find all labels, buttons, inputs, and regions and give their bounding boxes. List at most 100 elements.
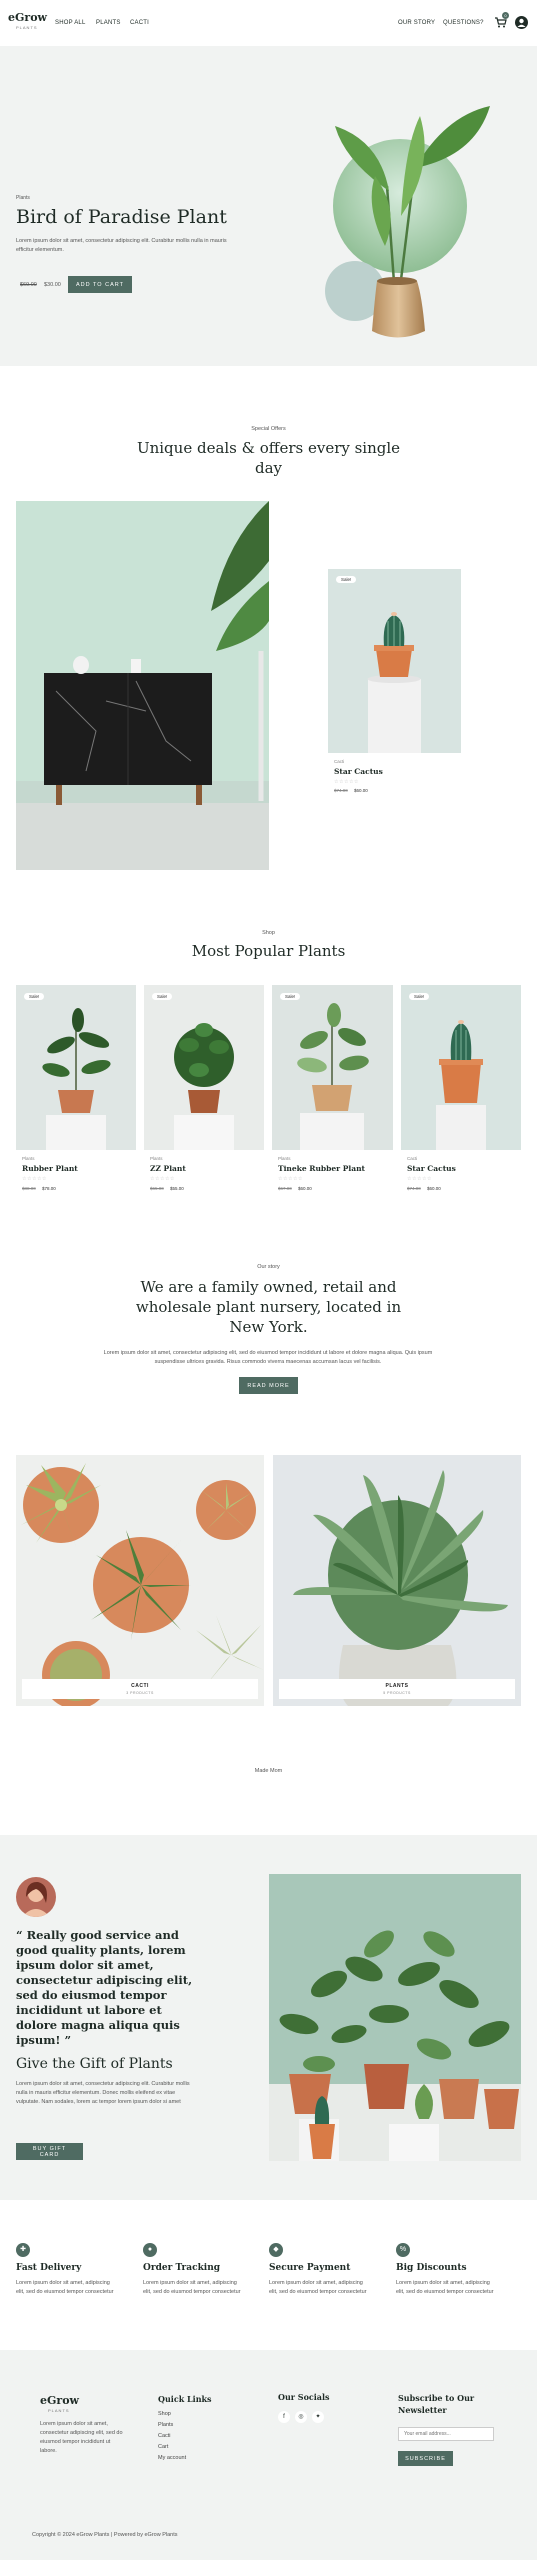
gift-description: Lorem ipsum dolor sit amet, consectetur … <box>16 2081 190 2105</box>
hero-price-old: $69.00 <box>20 282 37 288</box>
product-image-tineke-rubber-plant <box>272 985 393 1150</box>
product-category: Cacti <box>407 1156 418 1161</box>
percent-icon: % <box>396 2243 410 2257</box>
product-image-star-cactus <box>401 985 521 1150</box>
price-old: $65.00 <box>150 1186 164 1191</box>
hero-title: Bird of Paradise Plant <box>16 206 227 228</box>
instagram-icon[interactable]: ◎ <box>295 2411 307 2423</box>
nav-shop-all[interactable]: SHOP ALL <box>55 20 86 26</box>
footer-link-plants[interactable]: Plants <box>158 2422 173 2428</box>
feature-description: Lorem ipsum dolor sit amet, adipiscing e… <box>143 2280 241 2295</box>
category-count: 5 PRODUCTS <box>383 1691 411 1695</box>
product-image-rubber-plant <box>16 985 136 1150</box>
deals-kicker: Special Offers <box>251 426 286 432</box>
hero-price-new: $30.00 <box>44 282 61 288</box>
testimonial-quote: “ Really good service and good quality p… <box>16 1928 193 2047</box>
sale-badge: Sale! <box>152 993 173 1000</box>
site-header: eGrow PLANTS SHOP ALL PLANTS CACTI OUR S… <box>0 0 537 46</box>
socials-title: Our Socials <box>278 2392 330 2402</box>
price-new: $55.00 <box>170 1186 184 1191</box>
rating-stars: ☆☆☆☆☆ <box>22 1176 47 1182</box>
shield-icon: ◆ <box>269 2243 283 2257</box>
category-title: CACTI <box>131 1683 149 1689</box>
testimonial-kicker: Made Mom <box>254 1768 283 1774</box>
gift-title: Give the Gift of Plants <box>16 2056 173 2072</box>
deal-product-name[interactable]: Star Cactus <box>334 767 383 776</box>
product-category: Plants <box>150 1156 163 1161</box>
product-image-zz-plant <box>144 985 264 1150</box>
feature-title: Order Tracking <box>143 2263 221 2273</box>
hero-description: Lorem ipsum dolor sit amet, consectetur … <box>16 238 227 253</box>
user-account-icon[interactable] <box>515 16 528 29</box>
location-icon: ● <box>143 2243 157 2257</box>
footer-about: Lorem ipsum dolor sit amet, consectetur … <box>40 2421 123 2454</box>
quick-links-title: Quick Links <box>158 2394 212 2404</box>
add-to-cart-button[interactable]: ADD TO CART <box>68 276 132 293</box>
brand-name: eGrow <box>8 11 47 24</box>
price-new: $60.00 <box>427 1186 441 1191</box>
cacti-category-image <box>16 1455 264 1706</box>
deals-lifestyle-image <box>16 501 269 870</box>
feature-title: Fast Delivery <box>16 2263 82 2273</box>
deals-title: Unique deals & offers every single day <box>136 439 401 477</box>
plants-category-image <box>273 1455 521 1706</box>
footer-brand-name: eGrow <box>40 2394 79 2407</box>
sale-badge: Sale! <box>409 993 430 1000</box>
price-old: $88.00 <box>22 1186 36 1191</box>
tag-icon: ✚ <box>16 2243 30 2257</box>
footer-brand-tag: PLANTS <box>48 2408 70 2413</box>
deal-sale-badge: Sale! <box>336 576 357 583</box>
brand-tag: PLANTS <box>16 25 38 30</box>
footer-link-my-account[interactable]: My account <box>158 2455 186 2461</box>
category-count: 3 PRODUCTS <box>126 1691 154 1695</box>
product-category: Plants <box>22 1156 35 1161</box>
deal-price-old: $74.00 <box>334 788 348 793</box>
testimonial-plants-image <box>269 1874 521 2161</box>
hero-section: Plants Bird of Paradise Plant Lorem ipsu… <box>0 46 537 366</box>
popular-kicker: Shop <box>262 930 275 936</box>
feature-title: Big Discounts <box>396 2263 467 2273</box>
nav-our-story[interactable]: OUR STORY <box>398 20 435 26</box>
deal-rating-stars: ☆☆☆☆☆ <box>334 779 359 785</box>
popular-title: Most Popular Plants <box>191 942 346 960</box>
newsletter-email-input[interactable] <box>398 2427 494 2441</box>
story-kicker: Our story <box>257 1264 280 1270</box>
newsletter-title: Subscribe to Our Newsletter <box>398 2393 475 2415</box>
product-name[interactable]: Star Cactus <box>407 1164 456 1173</box>
deal-price-new: $60.00 <box>354 788 368 793</box>
product-name[interactable]: Rubber Plant <box>22 1164 78 1173</box>
nav-cacti[interactable]: CACTI <box>130 20 149 26</box>
nav-questions[interactable]: QUESTIONS? <box>443 20 484 26</box>
feature-title: Secure Payment <box>269 2263 351 2273</box>
rating-stars: ☆☆☆☆☆ <box>150 1176 175 1182</box>
subscribe-button[interactable]: SUBSCRIBE <box>398 2451 453 2466</box>
story-title: We are a family owned, retail and wholes… <box>135 1278 402 1336</box>
deal-product-image <box>328 569 461 753</box>
price-old: $67.00 <box>278 1186 292 1191</box>
feature-description: Lorem ipsum dolor sit amet, adipiscing e… <box>396 2280 494 2295</box>
read-more-button[interactable]: READ MORE <box>239 1377 298 1394</box>
twitter-icon[interactable]: ✦ <box>312 2411 324 2423</box>
product-name[interactable]: Tineke Rubber Plant <box>278 1164 365 1173</box>
facebook-icon[interactable]: f <box>278 2411 290 2423</box>
rating-stars: ☆☆☆☆☆ <box>278 1176 303 1182</box>
story-body: Lorem ipsum dolor sit amet, consectetur … <box>103 1350 433 1365</box>
buy-gift-card-button[interactable]: BUY GIFT CARD <box>16 2143 83 2160</box>
footer-link-shop[interactable]: Shop <box>158 2411 171 2417</box>
deal-product-category: Cacti <box>334 759 345 764</box>
footer-link-cacti[interactable]: Cacti <box>158 2433 171 2439</box>
product-name[interactable]: ZZ Plant <box>150 1164 186 1173</box>
cacti-category-label: CACTI 3 PRODUCTS <box>22 1679 258 1699</box>
feature-description: Lorem ipsum dolor sit amet, adipiscing e… <box>16 2280 114 2295</box>
reviewer-avatar <box>16 1877 56 1917</box>
cart-count-badge: 0 <box>502 12 509 19</box>
plants-category-label: PLANTS 5 PRODUCTS <box>279 1679 515 1699</box>
product-category: Plants <box>278 1156 291 1161</box>
footer-logo[interactable]: eGrow PLANTS <box>40 2395 79 2413</box>
sale-badge: Sale! <box>280 993 301 1000</box>
brand-logo[interactable]: eGrow PLANTS <box>8 12 47 30</box>
hero-plant-image <box>325 106 490 338</box>
nav-plants[interactable]: PLANTS <box>96 20 121 26</box>
price-new: $60.00 <box>298 1186 312 1191</box>
footer-link-cart[interactable]: Cart <box>158 2444 168 2450</box>
